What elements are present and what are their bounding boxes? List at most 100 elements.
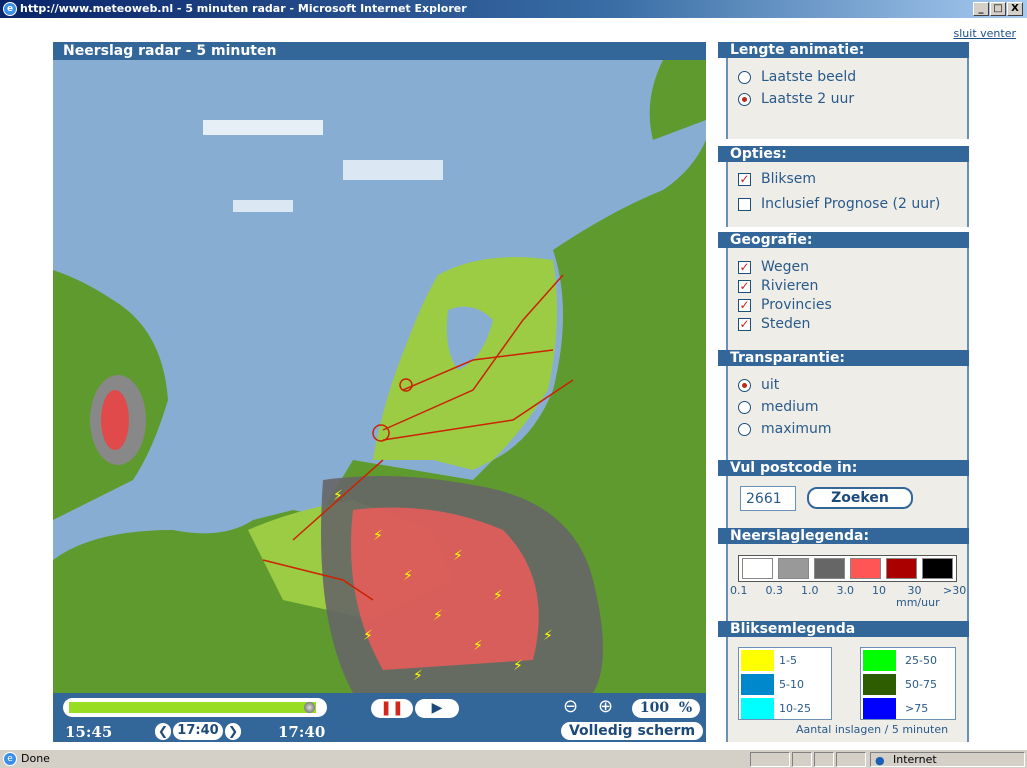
option-label: Laatste beeld bbox=[761, 69, 857, 85]
lightning-legend-left: 1-5 5-10 10-25 bbox=[738, 647, 832, 720]
rain-unit: mm/uur bbox=[896, 596, 940, 609]
radio-icon[interactable] bbox=[738, 422, 751, 436]
denmark-land bbox=[649, 60, 706, 140]
svg-text:⚡: ⚡ bbox=[373, 528, 383, 544]
rain-legend-heading: Neerslaglegenda: bbox=[718, 528, 969, 544]
rain-cell-uk-core bbox=[101, 390, 129, 450]
svg-text:⚡: ⚡ bbox=[453, 548, 463, 564]
checkbox-icon[interactable]: ✓ bbox=[738, 279, 751, 293]
checkbox-wegen[interactable]: ✓ Wegen bbox=[738, 259, 809, 275]
lightning-swatch bbox=[741, 698, 774, 719]
pause-button[interactable]: ❚❚ bbox=[371, 699, 413, 718]
svg-text:⚡: ⚡ bbox=[543, 628, 553, 644]
lightning-label: 50-75 bbox=[905, 678, 937, 691]
lightning-label: 25-50 bbox=[905, 654, 937, 667]
rain-swatch bbox=[886, 558, 917, 579]
checkbox-icon[interactable]: ✓ bbox=[738, 172, 751, 186]
animation-heading: Lengte animatie: bbox=[718, 42, 969, 58]
checkbox-bliksem[interactable]: ✓ Bliksem bbox=[738, 171, 816, 187]
next-frame-button[interactable]: ❯ bbox=[225, 723, 241, 740]
rain-tick: >30 bbox=[943, 584, 967, 597]
play-button[interactable]: ▶ bbox=[415, 699, 459, 718]
checkbox-icon[interactable]: ✓ bbox=[738, 298, 751, 312]
svg-text:⚡: ⚡ bbox=[473, 638, 483, 654]
checkbox-prognose[interactable]: Inclusief Prognose (2 uur) bbox=[738, 196, 940, 212]
zoom-out-icon[interactable]: ⊖ bbox=[563, 696, 578, 717]
svg-text:⚡: ⚡ bbox=[403, 568, 413, 584]
radio-laatste-2-uur[interactable]: Laatste 2 uur bbox=[738, 91, 854, 107]
radio-uit[interactable]: uit bbox=[738, 377, 779, 393]
ie-icon: e bbox=[3, 2, 17, 16]
lightning-swatch bbox=[741, 674, 774, 695]
globe-icon: ● bbox=[875, 754, 885, 767]
option-label: maximum bbox=[761, 421, 832, 437]
lightning-legend-heading: Bliksemlegenda bbox=[718, 621, 969, 637]
current-time: 17:40 bbox=[173, 722, 223, 740]
radio-laatste-beeld[interactable]: Laatste beeld bbox=[738, 69, 856, 85]
close-window-link[interactable]: sluit venter bbox=[954, 27, 1016, 40]
animation-progress[interactable] bbox=[63, 698, 327, 717]
zoom-unit: % bbox=[678, 700, 693, 716]
radio-icon[interactable] bbox=[738, 378, 751, 392]
rain-tick: 0.1 bbox=[730, 584, 748, 597]
window-title: http://www.meteoweb.nl - 5 minuten radar… bbox=[20, 2, 467, 15]
checkbox-icon[interactable]: ✓ bbox=[738, 317, 751, 331]
status-cell bbox=[836, 752, 866, 767]
minimize-button[interactable]: _ bbox=[973, 2, 989, 16]
lightning-swatch bbox=[863, 698, 896, 719]
option-label: Inclusief Prognose (2 uur) bbox=[761, 196, 941, 212]
postcode-input[interactable] bbox=[740, 486, 796, 511]
prev-frame-button[interactable]: ❮ bbox=[155, 723, 171, 740]
checkbox-rivieren[interactable]: ✓ Rivieren bbox=[738, 278, 818, 294]
status-cell bbox=[792, 752, 812, 767]
status-cell bbox=[814, 752, 834, 767]
rain-tick: 1.0 bbox=[801, 584, 819, 597]
lightning-note: Aantal inslagen / 5 minuten bbox=[796, 723, 949, 736]
zoom-in-icon[interactable]: ⊕ bbox=[598, 696, 613, 717]
lightning-label: 10-25 bbox=[779, 702, 811, 715]
checkbox-icon[interactable] bbox=[738, 197, 751, 211]
status-bar: e Done ● Internet bbox=[0, 749, 1027, 768]
zoom-level[interactable]: 100 % bbox=[632, 699, 700, 718]
svg-text:⚡: ⚡ bbox=[413, 668, 423, 684]
rain-swatch bbox=[850, 558, 881, 579]
checkbox-icon[interactable]: ✓ bbox=[738, 260, 751, 274]
zone-label: Internet bbox=[893, 753, 937, 766]
checkbox-provincies[interactable]: ✓ Provincies bbox=[738, 297, 832, 313]
svg-text:⚡: ⚡ bbox=[333, 488, 343, 504]
radio-icon[interactable] bbox=[738, 400, 751, 414]
postcode-heading: Vul postcode in: bbox=[718, 460, 969, 476]
radio-medium[interactable]: medium bbox=[738, 399, 819, 415]
geography-heading: Geografie: bbox=[718, 232, 969, 248]
lightning-swatch bbox=[863, 650, 896, 671]
ie-page-icon: e bbox=[3, 752, 17, 766]
checkbox-steden[interactable]: ✓ Steden bbox=[738, 316, 810, 332]
radar-map[interactable]: ⚡ ⚡ ⚡ ⚡ ⚡ ⚡ ⚡ ⚡ ⚡ ⚡ ⚡ bbox=[53, 60, 706, 693]
lightning-swatch bbox=[863, 674, 896, 695]
map-graphic: ⚡ ⚡ ⚡ ⚡ ⚡ ⚡ ⚡ ⚡ ⚡ ⚡ ⚡ bbox=[53, 60, 706, 693]
svg-text:⚡: ⚡ bbox=[493, 588, 503, 604]
maximize-button[interactable]: □ bbox=[990, 2, 1006, 16]
option-label: Rivieren bbox=[761, 278, 819, 294]
map-title: Neerslag radar - 5 minuten bbox=[63, 43, 277, 59]
rain-legend-bar bbox=[738, 555, 957, 582]
progress-handle[interactable] bbox=[303, 702, 315, 713]
lightning-label: 1-5 bbox=[779, 654, 797, 667]
close-button[interactable]: X bbox=[1007, 2, 1023, 16]
fullscreen-button[interactable]: Volledig scherm bbox=[561, 722, 703, 740]
option-label: Provincies bbox=[761, 297, 832, 313]
svg-text:⚡: ⚡ bbox=[363, 628, 373, 644]
rain-tick: 10 bbox=[872, 584, 886, 597]
rain-swatch bbox=[922, 558, 953, 579]
lightning-swatch bbox=[741, 650, 774, 671]
radio-maximum[interactable]: maximum bbox=[738, 421, 832, 437]
radio-icon[interactable] bbox=[738, 70, 751, 84]
option-label: uit bbox=[761, 377, 780, 393]
radio-icon[interactable] bbox=[738, 92, 751, 106]
svg-text:⚡: ⚡ bbox=[433, 608, 443, 624]
option-label: Steden bbox=[761, 316, 811, 332]
rain-swatch bbox=[778, 558, 809, 579]
option-label: Bliksem bbox=[761, 171, 817, 187]
option-label: Laatste 2 uur bbox=[761, 91, 855, 107]
search-button[interactable]: Zoeken bbox=[807, 487, 913, 509]
